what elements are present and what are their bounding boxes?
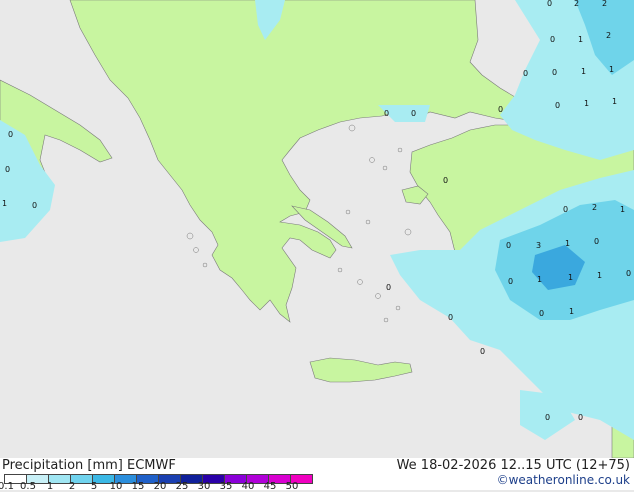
value-label: 0 — [626, 269, 631, 278]
value-label: 1 — [565, 239, 570, 248]
value-label: 1 — [569, 307, 574, 316]
value-label: 1 — [568, 273, 573, 282]
value-label: 0 — [5, 165, 10, 174]
value-label: 0 — [563, 205, 568, 214]
map-footer: Precipitation [mm] ECMWF We 18-02-2026 1… — [0, 458, 634, 492]
value-label: 1 — [537, 275, 542, 284]
value-label: 0 — [480, 347, 485, 356]
scale-label: 0.5 — [20, 481, 36, 492]
value-label: 1 — [581, 67, 586, 76]
value-label: 0 — [8, 130, 13, 139]
scale-label: 10 — [109, 481, 123, 492]
precipitation-scale-labels: 0.1 0.5 1 2 5 10 15 20 25 30 35 40 45 50 — [0, 482, 330, 492]
value-label: 0 — [555, 101, 560, 110]
value-label: 0 — [578, 413, 583, 422]
value-label: 0 — [443, 176, 448, 185]
value-label: 0 — [523, 69, 528, 78]
value-label: 0 — [539, 309, 544, 318]
value-label: 1 — [2, 199, 7, 208]
precipitation-map: 0 2 2 0 1 2 0 0 1 1 0 1 1 0 0 0 0 0 0 0 … — [0, 0, 634, 458]
scale-label: 20 — [153, 481, 167, 492]
map-title: Precipitation [mm] ECMWF — [2, 458, 176, 473]
value-label: 3 — [536, 241, 541, 250]
scale-label: 25 — [175, 481, 189, 492]
scale-label: 35 — [219, 481, 233, 492]
value-label: 1 — [609, 65, 614, 74]
value-label: 0 — [550, 35, 555, 44]
value-label: 2 — [606, 31, 611, 40]
value-label: 0 — [448, 313, 453, 322]
value-label: 1 — [578, 35, 583, 44]
forecast-datetime: We 18-02-2026 12..15 UTC (12+75) — [396, 458, 630, 473]
value-label: 1 — [620, 205, 625, 214]
scale-label: 30 — [197, 481, 211, 492]
value-label: 0 — [552, 68, 557, 77]
scale-label: 45 — [263, 481, 277, 492]
scale-label: 1 — [46, 481, 54, 492]
scale-label: 5 — [90, 481, 98, 492]
scale-label: 0.1 — [0, 481, 14, 492]
value-label: 2 — [602, 0, 607, 8]
value-label: 0 — [506, 241, 511, 250]
scale-label: 50 — [285, 481, 299, 492]
value-label: 1 — [612, 97, 617, 106]
value-label: 2 — [574, 0, 579, 8]
value-label: 0 — [594, 237, 599, 246]
value-label: 0 — [508, 277, 513, 286]
value-label: 0 — [386, 283, 391, 292]
value-label: 0 — [411, 109, 416, 118]
value-label: 0 — [547, 0, 552, 8]
scale-label: 15 — [131, 481, 145, 492]
value-label: 0 — [545, 413, 550, 422]
credit-link[interactable]: ©weatheronline.co.uk — [497, 473, 630, 487]
value-label: 0 — [384, 109, 389, 118]
scale-label: 2 — [68, 481, 76, 492]
value-label: 1 — [597, 271, 602, 280]
value-label: 0 — [498, 105, 503, 114]
value-label: 2 — [592, 203, 597, 212]
scale-label: 40 — [241, 481, 255, 492]
value-label: 0 — [32, 201, 37, 210]
value-label: 1 — [584, 99, 589, 108]
